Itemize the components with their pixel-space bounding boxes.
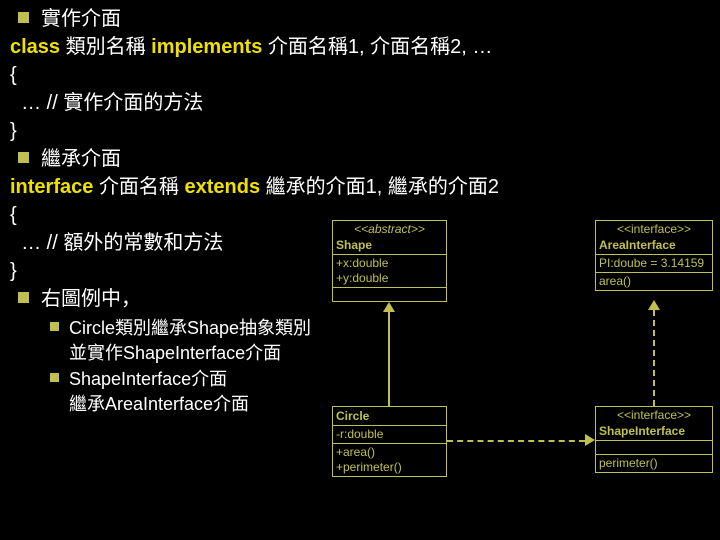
- slide-body: 實作介面 class 類別名稱 implements 介面名稱1, 介面名稱2,…: [0, 0, 720, 416]
- tx-ifaces: 介面名稱1, 介面名稱2, …: [268, 36, 492, 58]
- bullet-1: 實作介面: [10, 6, 710, 33]
- arrowhead-up-icon: [383, 302, 395, 312]
- uml-circle-m1: +area(): [336, 445, 443, 460]
- arrowhead-right-icon: [585, 434, 595, 446]
- kw-class: class: [10, 36, 66, 58]
- bullet-2: 繼承介面: [10, 146, 710, 173]
- code-close1: }: [10, 118, 710, 145]
- sub-1a: Circle類別繼承Shape抽象類別: [69, 318, 311, 338]
- uml-shape: <<abstract>> Shape +x:double +y:double: [332, 220, 447, 302]
- bullet-2-text: 繼承介面: [41, 148, 121, 170]
- kw-implements: implements: [151, 36, 268, 58]
- uml-shape-stereo: <<abstract>>: [333, 221, 446, 238]
- code-class-decl: class 類別名稱 implements 介面名稱1, 介面名稱2, …: [10, 34, 710, 61]
- uml-shapeinterface: <<interface>> ShapeInterface perimeter(): [595, 406, 713, 473]
- uml-shape-attrs: +x:double +y:double: [333, 254, 446, 287]
- uml-shape-name: Shape: [333, 238, 446, 254]
- uml-circle: Circle -r:double +area() +perimeter(): [332, 406, 447, 477]
- uml-shape-ops: [333, 287, 446, 301]
- sub-1b: 並實作ShapeInterface介面: [69, 343, 281, 363]
- tx-classname: 類別名稱: [66, 36, 152, 58]
- sub-bullets: Circle類別繼承Shape抽象類別 並實作ShapeInterface介面 …: [10, 316, 710, 416]
- kw-interface: interface: [10, 176, 99, 198]
- uml-areainterface: <<interface>> AreaInterface PI:doube = 3…: [595, 220, 713, 291]
- code-body1: … // 實作介面的方法: [10, 90, 710, 117]
- sub-2b: 繼承AreaInterface介面: [69, 394, 249, 414]
- uml-circle-ops: +area() +perimeter(): [333, 443, 446, 476]
- code-open1: {: [10, 62, 710, 89]
- uml-circle-name: Circle: [333, 407, 446, 425]
- bullet-3-text: 右圖例中，: [41, 288, 141, 310]
- uml-area-stereo: <<interface>>: [596, 221, 712, 238]
- uml-area-const: PI:doube = 3.14159: [596, 254, 712, 272]
- square-bullet-icon: [18, 152, 29, 163]
- uml-area-ops: area(): [596, 272, 712, 290]
- uml-circle-a1: -r:double: [336, 427, 443, 442]
- inherit-line: [388, 312, 390, 406]
- uml-si-m1: perimeter(): [599, 456, 709, 471]
- tx-ifname: 介面名稱: [99, 176, 185, 198]
- uml-shape-a2: +y:double: [336, 271, 443, 286]
- arrowhead-up-icon: [648, 300, 660, 310]
- uml-si-stereo: <<interface>>: [596, 407, 712, 424]
- sub-2a: ShapeInterface介面: [69, 369, 227, 389]
- square-bullet-icon: [50, 373, 59, 382]
- uml-si-empty: [596, 440, 712, 454]
- bullet-1-text: 實作介面: [41, 8, 121, 30]
- uml-si-ops: perimeter(): [596, 454, 712, 472]
- uml-area-m1: area(): [599, 274, 709, 289]
- uml-circle-m2: +perimeter(): [336, 460, 443, 475]
- uml-area-c1: PI:doube = 3.14159: [599, 256, 709, 271]
- square-bullet-icon: [50, 322, 59, 331]
- code-interface-decl: interface 介面名稱 extends 繼承的介面1, 繼承的介面2: [10, 174, 710, 201]
- sub-2: ShapeInterface介面: [10, 367, 710, 391]
- uml-circle-attrs: -r:double: [333, 425, 446, 443]
- tx-parents: 繼承的介面1, 繼承的介面2: [266, 176, 499, 198]
- square-bullet-icon: [18, 12, 29, 23]
- sub-1: Circle類別繼承Shape抽象類別: [10, 316, 710, 340]
- uml-si-name: ShapeInterface: [596, 424, 712, 440]
- uml-shape-a1: +x:double: [336, 256, 443, 271]
- square-bullet-icon: [18, 292, 29, 303]
- kw-extends: extends: [185, 176, 266, 198]
- sub-1b-line: 並實作ShapeInterface介面: [10, 341, 710, 365]
- implements-dash-line: [447, 440, 585, 442]
- uml-area-name: AreaInterface: [596, 238, 712, 254]
- extends-dash-line: [653, 310, 655, 406]
